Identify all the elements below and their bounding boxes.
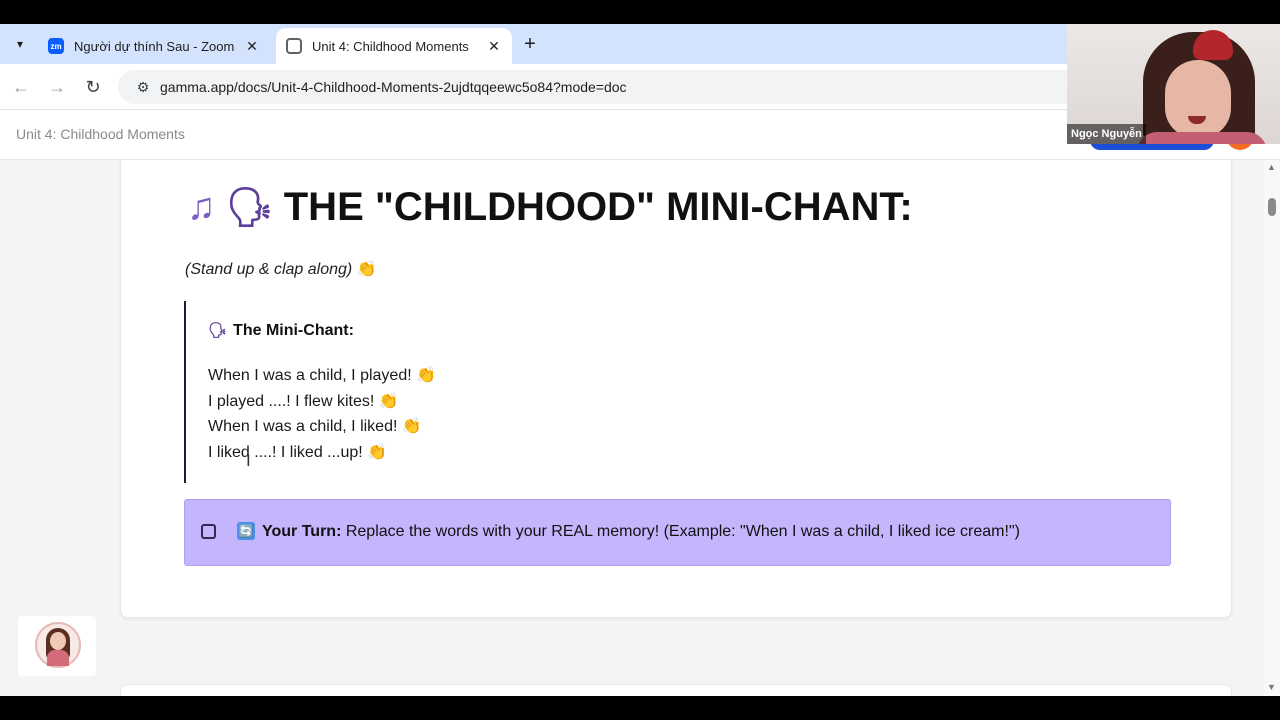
- clapping-hands-icon: 👏: [416, 367, 437, 384]
- chant-line: I liked ....! I liked ...up! 👏: [208, 440, 436, 466]
- new-tab-icon[interactable]: +: [518, 30, 542, 58]
- site-info-icon[interactable]: ⚙: [128, 79, 158, 96]
- address-bar[interactable]: ⚙ gamma.app/docs/Unit-4-Childhood-Moment…: [118, 70, 1118, 104]
- note-icon[interactable]: [201, 524, 216, 539]
- music-notes-icon: ♫: [187, 186, 216, 228]
- screen: ▾ zm Người dự thính Sau - Zoom ✕ G Unit …: [0, 0, 1280, 720]
- scrollbar[interactable]: ▲ ▼: [1264, 160, 1280, 696]
- clapping-hands-icon: 👏: [401, 418, 422, 436]
- brand-logo: [18, 616, 96, 676]
- scroll-thumb[interactable]: [1268, 198, 1276, 216]
- logo-circle: [35, 622, 81, 668]
- chant-line-text: I liked ....! I liked ...up!: [208, 443, 363, 461]
- card-heading: ♫ 🗣 THE "CHILDHOOD" MINI-CHANT:: [187, 185, 913, 230]
- tab-zoom[interactable]: zm Người dự thính Sau - Zoom ✕: [38, 28, 270, 64]
- clapping-hands-icon: 👏: [367, 443, 388, 461]
- back-arrow-icon[interactable]: ←: [8, 74, 34, 100]
- clapping-hands-icon: 👏: [378, 392, 399, 410]
- tab-search-chevron-icon[interactable]: ▾: [8, 32, 32, 56]
- chant-card: ♫ 🗣 THE "CHILDHOOD" MINI-CHANT: (Stand u…: [120, 160, 1232, 618]
- tab-title: Unit 4: Childhood Moments: [312, 38, 469, 54]
- logo-body: [47, 650, 69, 666]
- reload-icon[interactable]: ↻: [80, 74, 106, 100]
- scroll-up-icon[interactable]: ▲: [1267, 162, 1276, 172]
- webcam-shoulder: [1137, 132, 1267, 144]
- quote-title-text: The Mini-Chant:: [233, 322, 354, 339]
- scroll-down-icon[interactable]: ▼: [1267, 682, 1276, 692]
- webcam-face: [1165, 60, 1231, 138]
- callout-body: Replace the words with your REAL memory!…: [341, 523, 1020, 540]
- subtitle-text: (Stand up & clap along): [185, 261, 353, 278]
- url-text[interactable]: gamma.app/docs/Unit-4-Childhood-Moments-…: [160, 79, 627, 95]
- participant-name: Ngọc Nguyễn: [1067, 124, 1146, 144]
- zoom-icon: zm: [48, 38, 64, 54]
- chant-line: When I was a child, I played! 👏: [208, 363, 436, 389]
- chant-lines: When I was a child, I played! 👏 I played…: [208, 363, 436, 465]
- callout-label: Your Turn:: [262, 523, 342, 540]
- chant-line: I played ....! I flew kites! 👏: [208, 389, 436, 415]
- text-cursor-icon: I: [246, 451, 251, 470]
- tab-gamma[interactable]: G Unit 4: Childhood Moments ✕: [276, 28, 512, 64]
- logo-face: [50, 632, 66, 650]
- tab-title: Người dự thính Sau - Zoom: [74, 38, 235, 54]
- callout-text: Your Turn: Replace the words with your R…: [262, 523, 1020, 541]
- heading-text: THE "CHILDHOOD" MINI-CHANT:: [283, 185, 913, 229]
- close-icon[interactable]: ✕: [244, 38, 260, 55]
- repeat-icon: 🔄: [237, 522, 255, 540]
- your-turn-callout: 🔄 Your Turn: Replace the words with your…: [184, 499, 1171, 566]
- doc-content: ♫ 🗣 THE "CHILDHOOD" MINI-CHANT: (Stand u…: [0, 160, 1280, 696]
- doc-title[interactable]: Unit 4: Childhood Moments: [16, 126, 185, 142]
- clapping-hands-icon: 👏: [356, 261, 377, 278]
- close-icon[interactable]: ✕: [486, 38, 502, 55]
- speaking-head-icon: 🗣: [208, 322, 228, 339]
- next-card: [120, 684, 1232, 696]
- webcam-video[interactable]: Ngọc Nguyễn: [1067, 24, 1280, 144]
- card-subtitle: (Stand up & clap along) 👏: [185, 259, 377, 279]
- quote-title: 🗣 The Mini-Chant:: [208, 321, 354, 340]
- gamma-icon: G: [286, 38, 302, 54]
- forward-arrow-icon[interactable]: →: [44, 74, 70, 100]
- chant-line-text: I played ....! I flew kites!: [208, 392, 375, 410]
- chant-line: When I was a child, I liked! 👏: [208, 414, 436, 440]
- speaking-head-icon: 🗣: [225, 186, 274, 229]
- chant-line-text: When I was a child, I played!: [208, 367, 412, 384]
- chant-line-text: When I was a child, I liked!: [208, 418, 398, 436]
